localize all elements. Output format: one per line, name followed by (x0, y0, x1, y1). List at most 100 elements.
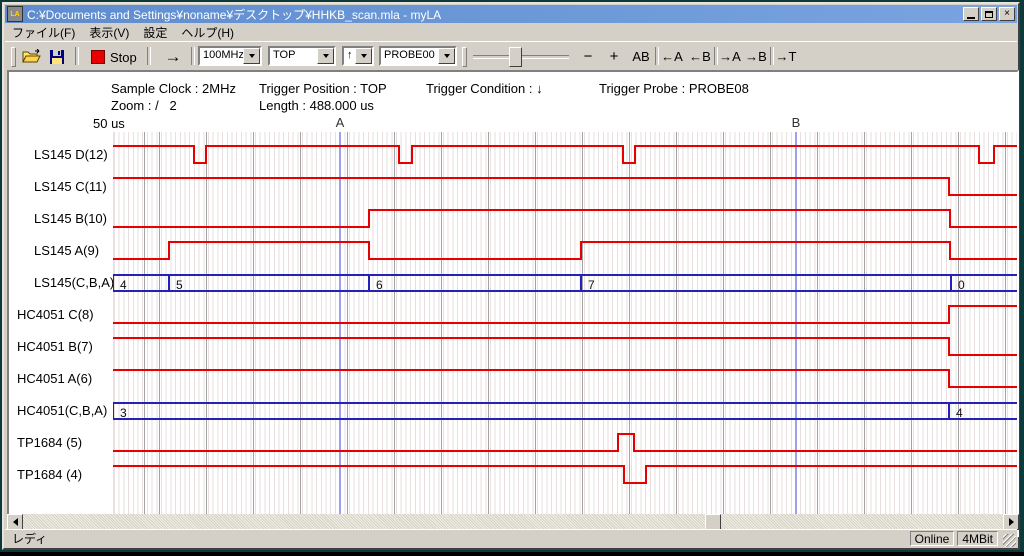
bus-value: 7 (588, 278, 595, 292)
scroll-left-button[interactable] (7, 514, 23, 530)
channel-label: HC4051 B(7) (17, 339, 93, 354)
channel-label: TP1684 (4) (17, 467, 82, 482)
bus-segment (113, 403, 949, 419)
probe-value: PROBE00 (381, 48, 438, 64)
app-icon: LA (7, 6, 23, 22)
toolbar: Stop → 100MHz TOP ↑ PROBE00 (5, 41, 1017, 71)
trigger-edge-value: ↑ (344, 48, 355, 64)
zoom-info: Zoom : / 2 (111, 98, 177, 113)
sample-clock-value: 100MHz (200, 48, 243, 64)
channel-label: LS145 D(12) (34, 147, 108, 162)
marker-label-a[interactable]: A (336, 115, 345, 130)
close-icon: × (1004, 9, 1010, 19)
bus-value: 4 (120, 278, 127, 292)
probe-dropdown[interactable] (438, 48, 455, 64)
menu-file[interactable]: ファイル(F) (5, 23, 82, 42)
channel-label: HC4051 A(6) (17, 371, 92, 386)
bus-segment (369, 275, 581, 291)
stop-label: Stop (110, 50, 137, 65)
marker-label-b[interactable]: B (792, 115, 801, 130)
bus-value: 5 (176, 278, 183, 292)
horizontal-scrollbar[interactable] (7, 514, 1019, 530)
move-b-left-button[interactable]: ←B (687, 46, 713, 67)
window-title: C:¥Documents and Settings¥noname¥デスクトップ¥… (27, 6, 961, 23)
menu-settings[interactable]: 設定 (136, 23, 174, 42)
waveform-trace (113, 370, 1019, 387)
trigger-position-info: Trigger Position : TOP (259, 81, 387, 96)
maximize-button[interactable] (981, 7, 997, 21)
zoom-in-button[interactable]: + (603, 46, 625, 67)
resize-grip[interactable] (1003, 534, 1016, 547)
trigger-position-combo[interactable]: TOP (268, 46, 336, 66)
scrollbar-thumb[interactable] (705, 514, 721, 530)
online-status-badge: Online (910, 531, 955, 546)
move-b-right-button[interactable]: →B (743, 46, 769, 67)
toolbar-grip (11, 47, 16, 67)
minimize-button[interactable] (963, 7, 979, 21)
trigger-edge-dropdown[interactable] (355, 48, 372, 64)
time-scale-label: 50 us (93, 116, 125, 131)
channel-label: TP1684 (5) (17, 435, 82, 450)
channel-label: HC4051 C(8) (17, 307, 94, 322)
bus-value: 4 (956, 406, 963, 420)
menu-bar: ファイル(F) 表示(V) 設定 ヘルプ(H) (5, 24, 1017, 41)
menu-view[interactable]: 表示(V) (82, 23, 136, 42)
waveform-trace (113, 178, 1019, 195)
length-info: Length : 488.000 us (259, 98, 374, 113)
waveform-trace (113, 434, 1019, 451)
probe-combo[interactable]: PROBE00 (379, 46, 457, 66)
close-button[interactable]: × (999, 7, 1015, 21)
trigger-edge-combo[interactable]: ↑ (342, 46, 374, 66)
trigger-probe-info: Trigger Probe : PROBE08 (599, 81, 749, 96)
arrow-left-icon (13, 518, 18, 526)
bus-value: 6 (376, 278, 383, 292)
trigger-position-dropdown[interactable] (317, 48, 334, 64)
minimize-icon (967, 17, 975, 19)
save-button[interactable] (45, 46, 69, 67)
desktop-edge (0, 552, 1024, 556)
save-floppy-icon (49, 49, 65, 65)
toolbar-grip (462, 47, 467, 67)
title-bar[interactable]: LA C:¥Documents and Settings¥noname¥デスクト… (5, 5, 1017, 23)
scroll-right-button[interactable] (1003, 514, 1019, 530)
app-window: LA C:¥Documents and Settings¥noname¥デスクト… (2, 2, 1020, 550)
sample-clock-dropdown[interactable] (243, 48, 260, 64)
run-button[interactable]: → (157, 46, 189, 67)
trigger-condition-info: Trigger Condition : ↓ (426, 81, 543, 96)
channel-label: HC4051(C,B,A) (17, 403, 107, 418)
zoom-out-button[interactable]: − (577, 46, 599, 67)
waveform-trace (113, 466, 1019, 483)
waveform-trace (113, 306, 1019, 323)
channel-label: LS145 C(11) (34, 179, 107, 194)
sample-clock-info: Sample Clock : 2MHz (111, 81, 236, 96)
move-a-left-button[interactable]: ←A (659, 46, 685, 67)
toolbar-separator (75, 47, 79, 65)
stop-button[interactable]: Stop (83, 46, 145, 68)
chevron-down-icon (361, 54, 367, 58)
menu-help[interactable]: ヘルプ(H) (174, 23, 241, 42)
open-file-button[interactable] (19, 46, 43, 67)
waveform-plot[interactable]: 4 5 6 7 0 3 4 (113, 132, 1019, 519)
goto-trigger-button[interactable]: →T (773, 46, 799, 67)
toolbar-separator (191, 47, 195, 65)
bus-value: 3 (120, 406, 127, 420)
bus-value: 0 (958, 278, 965, 292)
waveform-trace (113, 242, 1019, 259)
memory-status-badge: 4MBit (957, 531, 998, 546)
waveform-client-area: Sample Clock : 2MHz Trigger Position : T… (7, 70, 1019, 537)
zoom-slider-thumb[interactable] (509, 47, 522, 67)
desktop: LA C:¥Documents and Settings¥noname¥デスクト… (0, 0, 1024, 556)
open-folder-icon (22, 49, 41, 64)
channel-label: LS145(C,B,A) (34, 275, 114, 290)
channel-label: LS145 B(10) (34, 211, 107, 226)
arrow-right-icon (1009, 518, 1014, 526)
ab-button[interactable]: AB (629, 46, 653, 67)
sample-clock-combo[interactable]: 100MHz (198, 46, 262, 66)
status-message: レディ (5, 530, 910, 547)
chevron-down-icon (444, 54, 450, 58)
maximize-icon (985, 11, 993, 18)
waveform-trace (113, 146, 1019, 163)
chevron-down-icon (323, 54, 329, 58)
move-a-right-button[interactable]: →A (717, 46, 743, 67)
trigger-position-value: TOP (270, 48, 317, 64)
